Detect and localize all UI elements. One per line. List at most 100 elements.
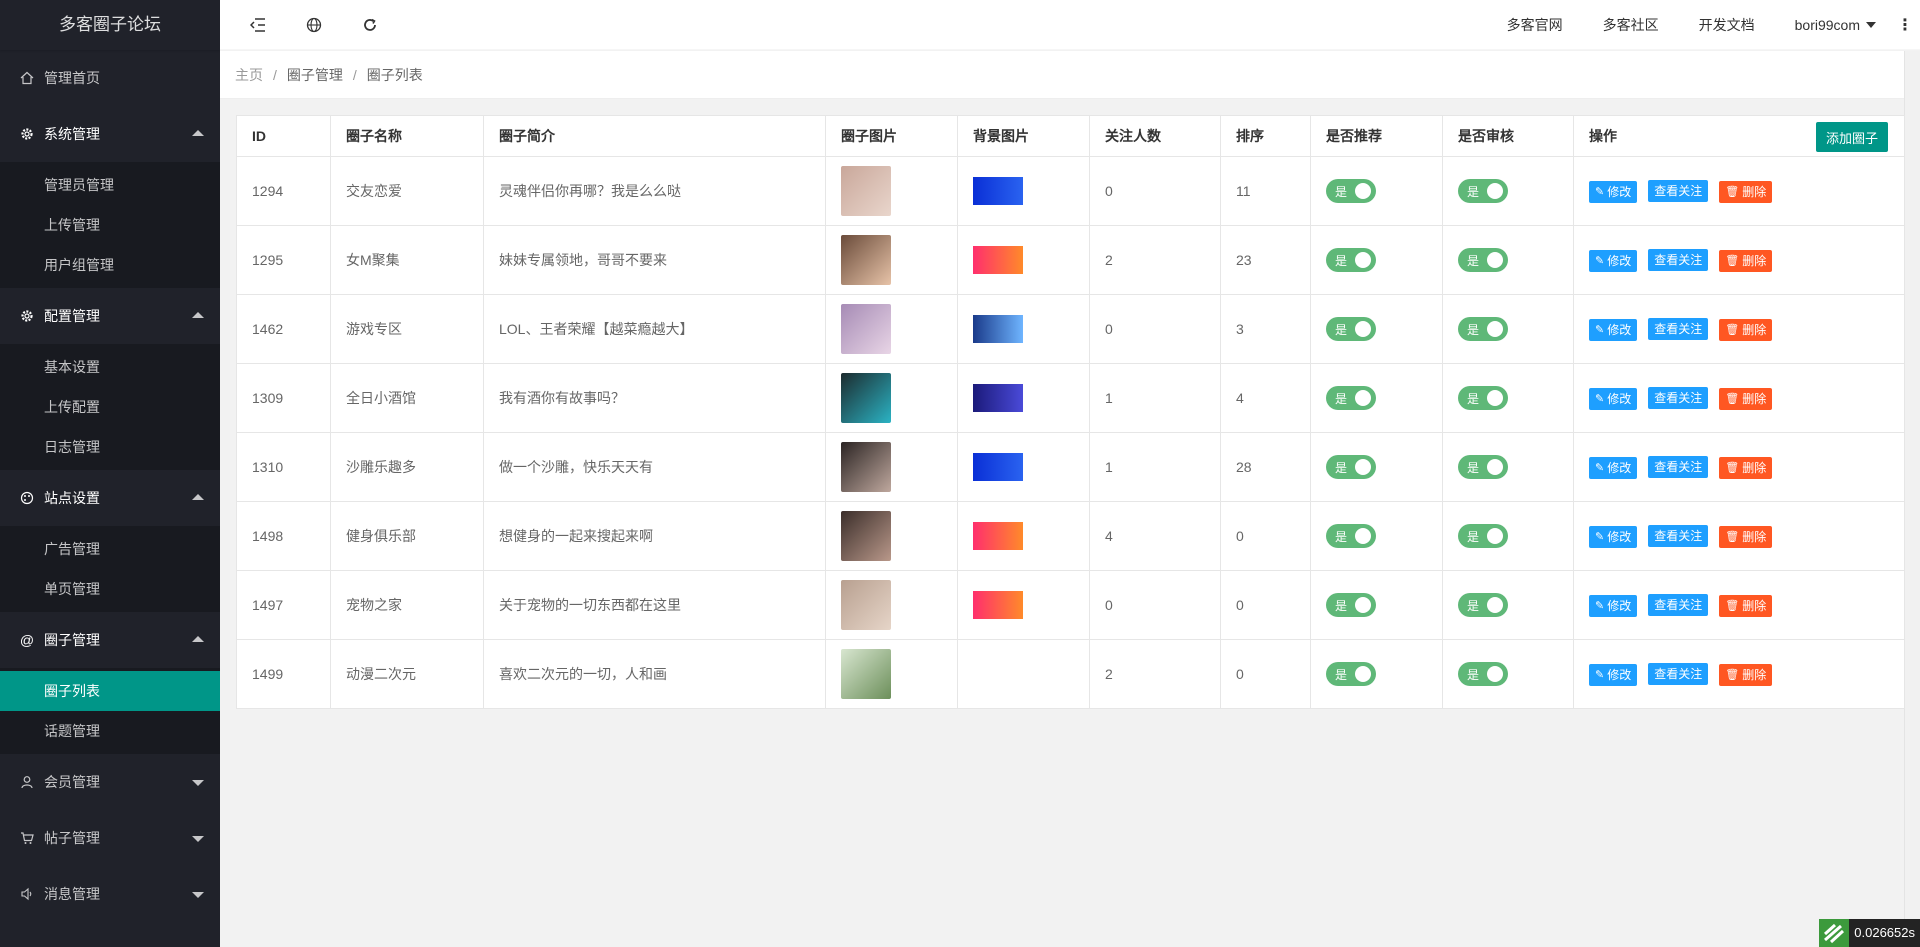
background-image[interactable] xyxy=(973,522,1023,550)
background-image[interactable] xyxy=(973,591,1023,619)
circle-image[interactable] xyxy=(841,235,891,285)
circle-image[interactable] xyxy=(841,373,891,423)
background-image[interactable] xyxy=(973,384,1023,412)
review-toggle[interactable]: 是 xyxy=(1458,179,1508,203)
recommend-toggle[interactable]: 是 xyxy=(1326,662,1376,686)
breadcrumb-home[interactable]: 主页 xyxy=(235,65,263,85)
sidebar-item-upload-config[interactable]: 上传配置 xyxy=(0,387,220,427)
header-link-community[interactable]: 多客社区 xyxy=(1583,15,1679,35)
view-followers-button[interactable]: 查看关注 xyxy=(1648,524,1709,547)
sidebar-group-system[interactable]: 系统管理 xyxy=(0,106,220,162)
view-followers-button[interactable]: 查看关注 xyxy=(1648,248,1709,271)
cell-review: 是 xyxy=(1442,570,1574,640)
debug-timer[interactable]: 0.026652s xyxy=(1819,919,1920,947)
cell-recommend: 是 xyxy=(1310,156,1443,226)
sidebar-item-ad-manage[interactable]: 广告管理 xyxy=(0,529,220,569)
sidebar-group-messages[interactable]: 消息管理 xyxy=(0,866,220,922)
recommend-toggle[interactable]: 是 xyxy=(1326,593,1376,617)
review-toggle[interactable]: 是 xyxy=(1458,662,1508,686)
user-menu[interactable]: bori99com xyxy=(1775,17,1890,33)
circle-image[interactable] xyxy=(841,304,891,354)
vertical-scrollbar[interactable] xyxy=(1904,51,1920,947)
sidebar-item-topic-manage[interactable]: 话题管理 xyxy=(0,711,220,751)
background-image[interactable] xyxy=(973,177,1023,205)
sidebar-group-circle[interactable]: @ 圈子管理 xyxy=(0,612,220,668)
delete-button[interactable]: 🗑 删除 xyxy=(1719,387,1773,410)
review-toggle[interactable]: 是 xyxy=(1458,455,1508,479)
edit-button[interactable]: ✎ 修改 xyxy=(1589,525,1638,548)
view-followers-button[interactable]: 查看关注 xyxy=(1648,386,1709,409)
review-toggle[interactable]: 是 xyxy=(1458,386,1508,410)
submenu-system: 管理员管理 上传管理 用户组管理 xyxy=(0,162,220,288)
delete-button[interactable]: 🗑 删除 xyxy=(1719,663,1773,686)
edit-button[interactable]: ✎ 修改 xyxy=(1589,318,1638,341)
header-link-official[interactable]: 多客官网 xyxy=(1487,15,1583,35)
sidebar-item-admin-manage[interactable]: 管理员管理 xyxy=(0,165,220,205)
edit-button[interactable]: ✎ 修改 xyxy=(1589,387,1638,410)
sidebar-item-log-manage[interactable]: 日志管理 xyxy=(0,427,220,467)
view-followers-button[interactable]: 查看关注 xyxy=(1648,662,1709,685)
background-image[interactable] xyxy=(973,246,1023,274)
cell-actions: ✎ 修改 查看关注 🗑 删除 xyxy=(1573,432,1905,502)
circle-image[interactable] xyxy=(841,649,891,699)
recommend-toggle[interactable]: 是 xyxy=(1326,248,1376,272)
edit-button[interactable]: ✎ 修改 xyxy=(1589,180,1638,203)
delete-button[interactable]: 🗑 删除 xyxy=(1719,456,1773,479)
cell-actions: ✎ 修改 查看关注 🗑 删除 xyxy=(1573,501,1905,571)
cell-recommend: 是 xyxy=(1310,639,1443,709)
sidebar-item-circle-list[interactable]: 圈子列表 xyxy=(0,671,220,711)
recommend-toggle[interactable]: 是 xyxy=(1326,524,1376,548)
sidebar-item-page-manage[interactable]: 单页管理 xyxy=(0,569,220,609)
delete-button[interactable]: 🗑 删除 xyxy=(1719,180,1773,203)
recommend-toggle[interactable]: 是 xyxy=(1326,317,1376,341)
add-circle-button[interactable]: 添加圈子 xyxy=(1815,122,1888,152)
sidebar-item-basic-settings[interactable]: 基本设置 xyxy=(0,347,220,387)
sidebar-group-member[interactable]: 会员管理 xyxy=(0,754,220,810)
globe-icon[interactable] xyxy=(304,15,324,35)
view-followers-button[interactable]: 查看关注 xyxy=(1648,179,1709,202)
circle-image[interactable] xyxy=(841,511,891,561)
view-followers-button[interactable]: 查看关注 xyxy=(1648,593,1709,616)
table-body: 1294 交友恋爱 灵魂伴侣你再哪？我是么么哒 0 11 是 是 ✎ 修改 查看关注… xyxy=(236,156,1905,709)
circle-image[interactable] xyxy=(841,166,891,216)
edit-button[interactable]: ✎ 修改 xyxy=(1589,594,1638,617)
review-toggle[interactable]: 是 xyxy=(1458,317,1508,341)
review-toggle[interactable]: 是 xyxy=(1458,593,1508,617)
breadcrumb-circle-manage[interactable]: 圈子管理 xyxy=(287,65,343,85)
sidebar-group-posts[interactable]: 帖子管理 xyxy=(0,810,220,866)
view-followers-button[interactable]: 查看关注 xyxy=(1648,455,1709,478)
recommend-toggle[interactable]: 是 xyxy=(1326,455,1376,479)
edit-button[interactable]: ✎ 修改 xyxy=(1589,249,1638,272)
recommend-toggle[interactable]: 是 xyxy=(1326,179,1376,203)
edit-button[interactable]: ✎ 修改 xyxy=(1589,663,1638,686)
menu-toggle-icon[interactable] xyxy=(248,15,268,35)
circle-image[interactable] xyxy=(841,442,891,492)
sidebar-item-upload-manage[interactable]: 上传管理 xyxy=(0,205,220,245)
review-toggle[interactable]: 是 xyxy=(1458,524,1508,548)
sidebar-group-config[interactable]: 配置管理 xyxy=(0,288,220,344)
view-followers-button[interactable]: 查看关注 xyxy=(1648,317,1709,340)
background-image[interactable] xyxy=(973,315,1023,343)
toggle-knob xyxy=(1487,459,1503,475)
cell-name: 交友恋爱 xyxy=(330,156,484,226)
sidebar-item-home[interactable]: 管理首页 xyxy=(0,50,220,106)
cell-desc: 我有酒你有故事吗？ xyxy=(483,363,826,433)
delete-button[interactable]: 🗑 删除 xyxy=(1719,525,1773,548)
refresh-icon[interactable] xyxy=(360,15,380,35)
header-col-name: 圈子名称 xyxy=(330,115,484,157)
timer-value: 0.026652s xyxy=(1849,919,1920,947)
app-logo[interactable]: 多客圈子论坛 xyxy=(0,0,220,50)
sidebar-group-site[interactable]: 站点设置 xyxy=(0,470,220,526)
header-link-docs[interactable]: 开发文档 xyxy=(1679,15,1775,35)
delete-button[interactable]: 🗑 删除 xyxy=(1719,249,1773,272)
toggle-knob xyxy=(1355,321,1371,337)
edit-button[interactable]: ✎ 修改 xyxy=(1589,456,1638,479)
circle-image[interactable] xyxy=(841,580,891,630)
background-image[interactable] xyxy=(973,453,1023,481)
sidebar-item-usergroup-manage[interactable]: 用户组管理 xyxy=(0,245,220,285)
delete-button[interactable]: 🗑 删除 xyxy=(1719,318,1773,341)
more-icon[interactable]: ⋮ xyxy=(1890,15,1920,35)
delete-button[interactable]: 🗑 删除 xyxy=(1719,594,1773,617)
review-toggle[interactable]: 是 xyxy=(1458,248,1508,272)
recommend-toggle[interactable]: 是 xyxy=(1326,386,1376,410)
